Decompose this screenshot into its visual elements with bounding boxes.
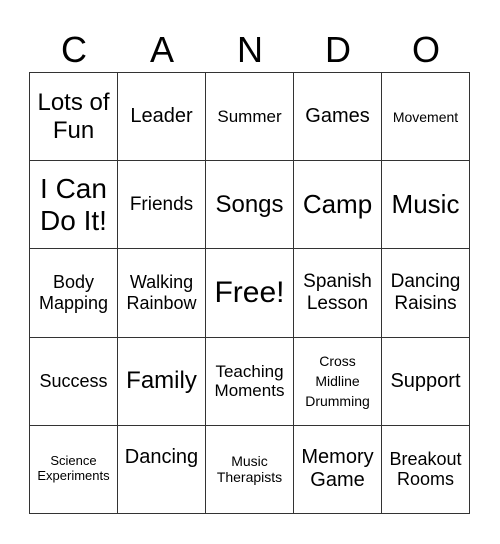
header-letter-n: N — [237, 29, 263, 70]
bingo-card: Lots of Fun Leader Summer Games Movement… — [29, 72, 470, 514]
bingo-cell[interactable]: Cross Midline Drumming — [294, 337, 382, 426]
header-letter-o: O — [411, 29, 440, 70]
bingo-cell[interactable]: Spanish Lesson — [294, 249, 382, 338]
bingo-cell[interactable]: Body Mapping — [30, 249, 118, 338]
bingo-cell[interactable]: Teaching Moments — [206, 337, 294, 426]
bingo-cell[interactable]: Music Therapists — [206, 425, 294, 514]
header-letter-a: A — [149, 29, 174, 70]
bingo-cell[interactable]: Camp — [294, 161, 382, 250]
bingo-cell[interactable]: I Can Do It! — [30, 161, 118, 250]
bingo-cell[interactable]: Memory Game — [294, 425, 382, 514]
bingo-cell[interactable]: Lots of Fun — [30, 73, 118, 162]
free-space[interactable]: Free! — [206, 249, 294, 338]
bingo-cell[interactable]: Science Experiments — [30, 425, 118, 514]
bingo-cell[interactable]: Breakout Rooms — [382, 425, 470, 514]
bingo-cell[interactable]: Movement — [382, 73, 470, 162]
bingo-cell[interactable]: Summer — [206, 73, 294, 162]
bingo-cell[interactable]: Friends — [118, 161, 206, 250]
bingo-header: C A N D O — [30, 28, 470, 72]
header-letter-d: D — [325, 29, 351, 70]
bingo-cell[interactable]: Walking Rainbow — [118, 249, 206, 338]
bingo-cell[interactable]: Dancing — [118, 425, 206, 514]
bingo-cell[interactable]: Dancing Raisins — [382, 249, 470, 338]
bingo-cell[interactable]: Family — [118, 337, 206, 426]
header-letter-c: C — [61, 29, 87, 70]
bingo-cell[interactable]: Games — [294, 73, 382, 162]
bingo-cell[interactable]: Success — [30, 337, 118, 426]
bingo-cell[interactable]: Songs — [206, 161, 294, 250]
bingo-cell[interactable]: Music — [382, 161, 470, 250]
bingo-cell[interactable]: Leader — [118, 73, 206, 162]
bingo-cell[interactable]: Support — [382, 337, 470, 426]
